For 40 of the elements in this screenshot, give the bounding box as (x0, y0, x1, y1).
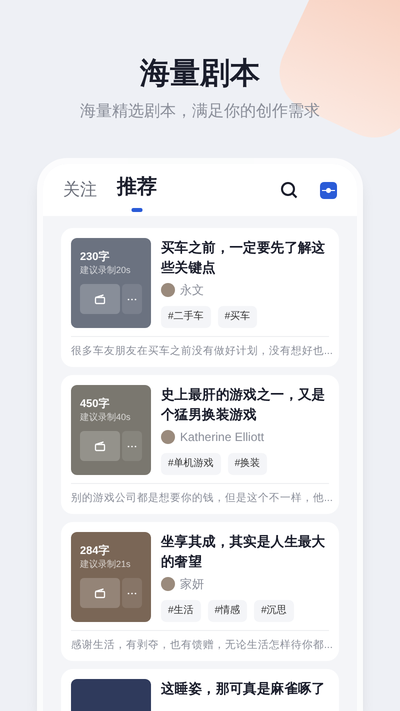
script-title: 史上最肝的游戏之一，又是个猛男换装游戏 (161, 386, 326, 424)
search-icon[interactable] (280, 181, 298, 199)
more-icon (122, 578, 142, 608)
clapper-icon (80, 431, 120, 461)
page-subtitle: 海量精选剧本，满足你的创作需求 (80, 102, 320, 122)
tag-chip[interactable]: #单机游戏 (161, 453, 221, 475)
tag-chip[interactable]: #沉思 (254, 600, 294, 622)
script-card[interactable]: 230字 建议录制20s 买车之前，一定要先了解这些关键点 永文 #二手车 #买车 很多车友朋友在买车之前没有做好计划，没有想好也... (61, 228, 339, 367)
avatar (161, 283, 175, 297)
clapper-icon (80, 284, 120, 314)
tag-chip[interactable]: #买车 (218, 306, 258, 328)
author-name: Katherine Elliott (180, 429, 264, 446)
script-title: 坐享其成，其实是人生最大的奢望 (161, 533, 326, 571)
avatar (161, 430, 175, 444)
tab[interactable]: 关注 (63, 176, 97, 208)
excerpt: 很多车友朋友在买车之前没有做好计划，没有想好也... (71, 344, 333, 359)
script-title: 买车之前，一定要先了解这些关键点 (161, 239, 326, 277)
author-name: 永文 (180, 282, 204, 299)
more-icon (122, 431, 142, 461)
excerpt: 感谢生活，有剥夺，也有馈赠，无论生活怎样待你都... (71, 638, 333, 653)
excerpt: 别的游戏公司都是想要你的钱，但是这个不一样，他... (71, 491, 333, 506)
avatar (161, 577, 175, 591)
record-suggestion: 建议录制40s (80, 411, 132, 423)
word-count: 284字 (80, 544, 110, 558)
script-card[interactable]: 284字 建议录制21s 坐享其成，其实是人生最大的奢望 家妍 #生活 #情感 #沉思 感谢生活，有剥夺，也有馈赠，无论生活怎样待你都... (61, 522, 339, 661)
script-card[interactable]: 这睡姿，那可真是麻雀啄了 (61, 669, 339, 711)
tag-chip[interactable]: #情感 (208, 600, 248, 622)
more-icon (122, 284, 142, 314)
author-name: 家妍 (180, 576, 204, 593)
page-title: 海量剧本 (140, 56, 260, 92)
word-count: 230字 (80, 250, 110, 264)
script-card[interactable]: 450字 建议录制40s 史上最肝的游戏之一，又是个猛男换装游戏 Katherine Elliott #单机游戏 #换装 别的游戏公司都是想要你的钱，但是这个不一样，他... (61, 375, 339, 514)
script-title: 这睡姿，那可真是麻雀啄了 (161, 680, 326, 698)
clapper-icon (80, 578, 120, 608)
record-suggestion: 建议录制20s (80, 264, 132, 276)
record-suggestion: 建议录制21s (80, 558, 132, 570)
tag-chip[interactable]: #二手车 (161, 306, 211, 328)
word-count: 450字 (80, 397, 110, 411)
tag-chip[interactable]: #生活 (161, 600, 201, 622)
tag-chip[interactable]: #换装 (228, 453, 268, 475)
